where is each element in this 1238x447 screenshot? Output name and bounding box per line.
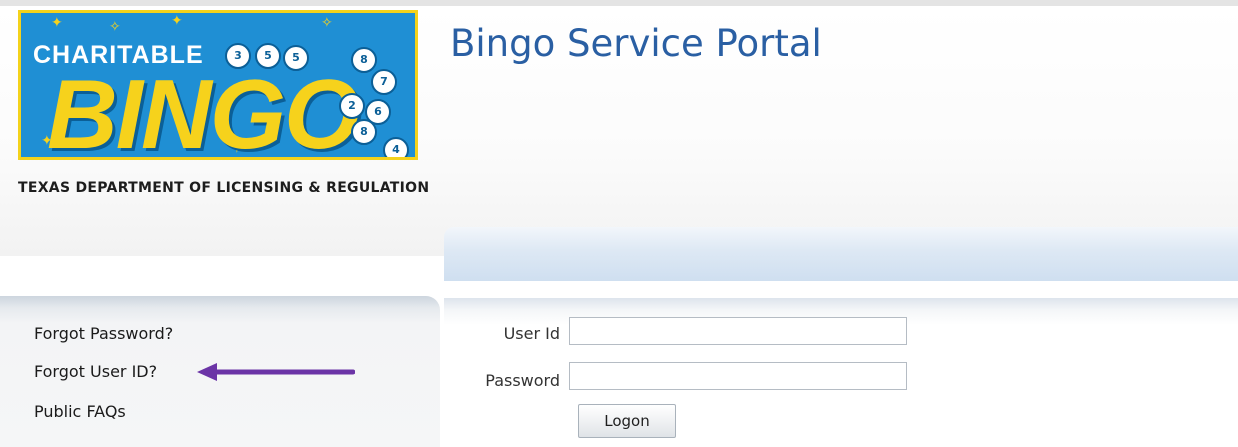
- user-id-input[interactable]: [569, 317, 907, 345]
- public-faqs-link[interactable]: Public FAQs: [34, 402, 126, 421]
- department-name: TEXAS DEPARTMENT OF LICENSING & REGULATI…: [18, 180, 430, 196]
- star-icon: ✦: [51, 15, 63, 31]
- star-icon: ✧: [321, 15, 333, 31]
- bingo-ball-icon: 5: [283, 45, 309, 71]
- bingo-ball-icon: 7: [371, 69, 397, 95]
- logon-button[interactable]: Logon: [578, 404, 676, 438]
- bingo-ball-icon: 5: [255, 43, 281, 69]
- forgot-user-id-link[interactable]: Forgot User ID?: [34, 362, 157, 381]
- bingo-ball-icon: 8: [351, 119, 377, 145]
- star-icon: ✦: [171, 13, 183, 29]
- bingo-ball-icon: 4: [383, 137, 409, 157]
- page-title: Bingo Service Portal: [450, 22, 822, 65]
- logo-panel: ✦ ✧ ✦ ✧ ✦ ✧ CHARITABLE BINGO 3 5 5 8 7 2…: [18, 10, 418, 160]
- bingo-ball-icon: 8: [351, 47, 377, 73]
- arrow-left-icon: [197, 363, 355, 381]
- user-id-label: User Id: [503, 324, 560, 343]
- star-icon: ✧: [109, 19, 121, 35]
- charitable-bingo-logo: ✦ ✧ ✦ ✧ ✦ ✧ CHARITABLE BINGO 3 5 5 8 7 2…: [18, 10, 438, 200]
- password-input[interactable]: [569, 362, 907, 390]
- password-label: Password: [485, 371, 560, 390]
- header-banner-strip: [444, 227, 1238, 281]
- bingo-ball-icon: 3: [225, 43, 251, 69]
- logo-bingo-text: BINGO: [47, 59, 360, 160]
- bingo-ball-icon: 2: [339, 93, 365, 119]
- forgot-password-link[interactable]: Forgot Password?: [34, 324, 173, 343]
